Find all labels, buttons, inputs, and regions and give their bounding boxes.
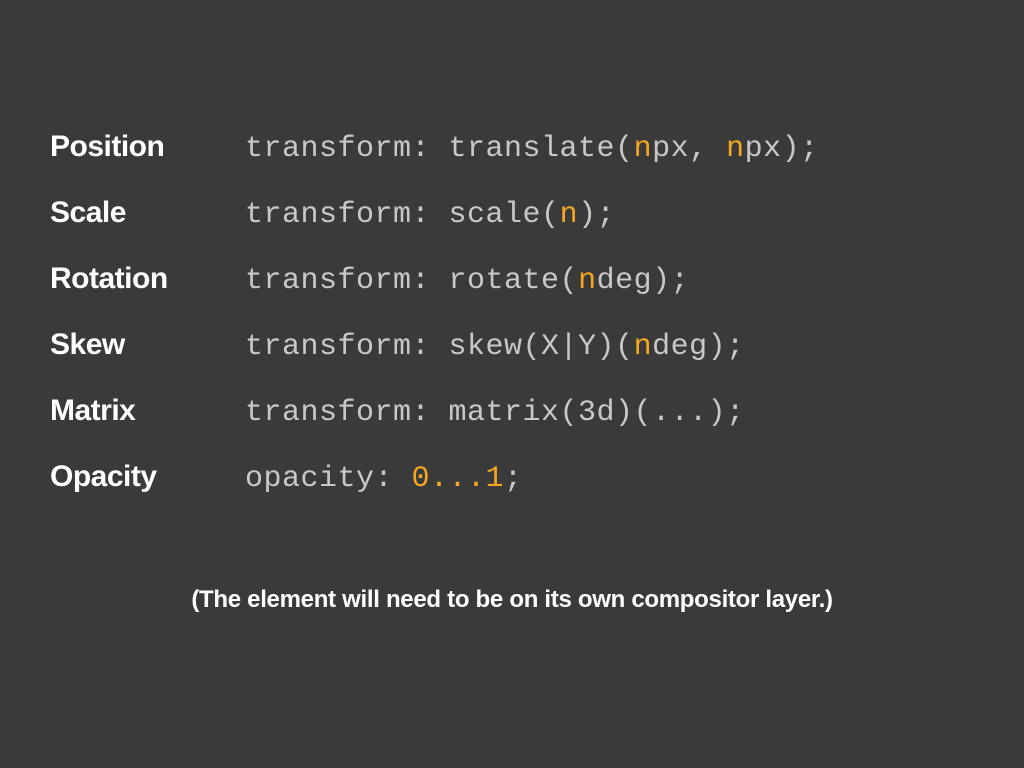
table-row: Skew transform: skew(X|Y)(ndeg); [50, 328, 974, 364]
row-code: transform: skew(X|Y)(ndeg); [245, 330, 745, 364]
row-code: transform: translate(npx, npx); [245, 132, 819, 166]
row-label: Position [50, 130, 245, 164]
table-row: Rotation transform: rotate(ndeg); [50, 262, 974, 298]
row-code: transform: scale(n); [245, 198, 615, 232]
table-row: Opacity opacity: 0...1; [50, 460, 974, 496]
row-label: Skew [50, 328, 245, 362]
table-row: Matrix transform: matrix(3d)(...); [50, 394, 974, 430]
row-label: Scale [50, 196, 245, 230]
row-label: Rotation [50, 262, 245, 296]
slide-container: Position transform: translate(npx, npx);… [0, 0, 1024, 768]
properties-table: Position transform: translate(npx, npx);… [50, 130, 974, 496]
footnote-text: (The element will need to be on its own … [50, 586, 974, 614]
row-code: transform: rotate(ndeg); [245, 264, 689, 298]
row-label: Matrix [50, 394, 245, 428]
row-code: opacity: 0...1; [245, 462, 523, 496]
row-code: transform: matrix(3d)(...); [245, 396, 745, 430]
table-row: Position transform: translate(npx, npx); [50, 130, 974, 166]
table-row: Scale transform: scale(n); [50, 196, 974, 232]
row-label: Opacity [50, 460, 245, 494]
